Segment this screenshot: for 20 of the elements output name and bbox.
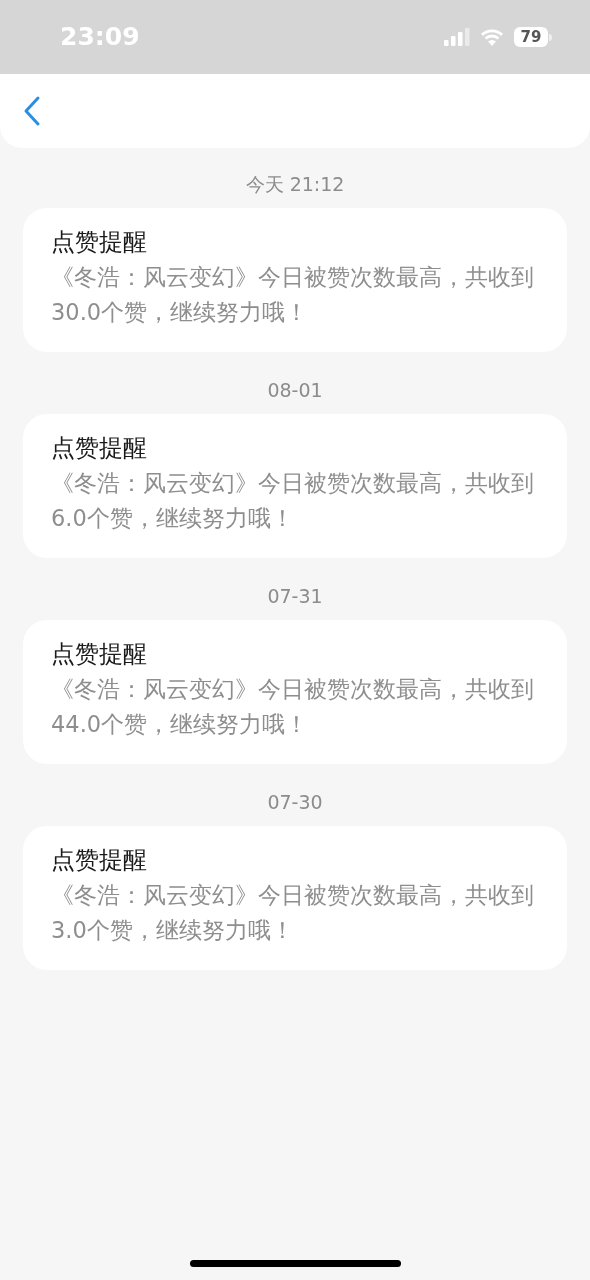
date-label: 08-01: [267, 378, 323, 403]
notification-body: 《冬浩：风云变幻》今日被赞次数最高，共收到30.0个赞，继续努力哦！: [51, 263, 535, 327]
signal-icon: [444, 28, 470, 46]
notification-body: 《冬浩：风云变幻》今日被赞次数最高，共收到6.0个赞，继续努力哦！: [51, 469, 535, 533]
battery-level: 79: [520, 29, 542, 45]
notification-title: 点赞提醒: [51, 227, 148, 258]
notification-card[interactable]: 点赞提醒 《冬浩：风云变幻》今日被赞次数最高，共收到30.0个赞，继续努力哦！: [23, 208, 567, 352]
date-label: 07-31: [267, 584, 323, 609]
notification-card[interactable]: 点赞提醒 《冬浩：风云变幻》今日被赞次数最高，共收到6.0个赞，继续努力哦！: [23, 414, 567, 558]
wifi-icon: [480, 28, 504, 46]
notification-card[interactable]: 点赞提醒 《冬浩：风云变幻》今日被赞次数最高，共收到3.0个赞，继续努力哦！: [23, 826, 567, 970]
notification-title: 点赞提醒: [51, 433, 148, 464]
back-icon[interactable]: [22, 95, 42, 127]
date-label: 07-30: [267, 790, 323, 815]
notification-title: 点赞提醒: [51, 639, 148, 670]
notification-body: 《冬浩：风云变幻》今日被赞次数最高，共收到3.0个赞，继续努力哦！: [51, 881, 535, 945]
notification-body: 《冬浩：风云变幻》今日被赞次数最高，共收到44.0个赞，继续努力哦！: [51, 675, 535, 739]
date-label: 今天 21:12: [245, 172, 345, 197]
notification-title: 点赞提醒: [51, 845, 148, 876]
notification-card[interactable]: 点赞提醒 《冬浩：风云变幻》今日被赞次数最高，共收到44.0个赞，继续努力哦！: [23, 620, 567, 764]
